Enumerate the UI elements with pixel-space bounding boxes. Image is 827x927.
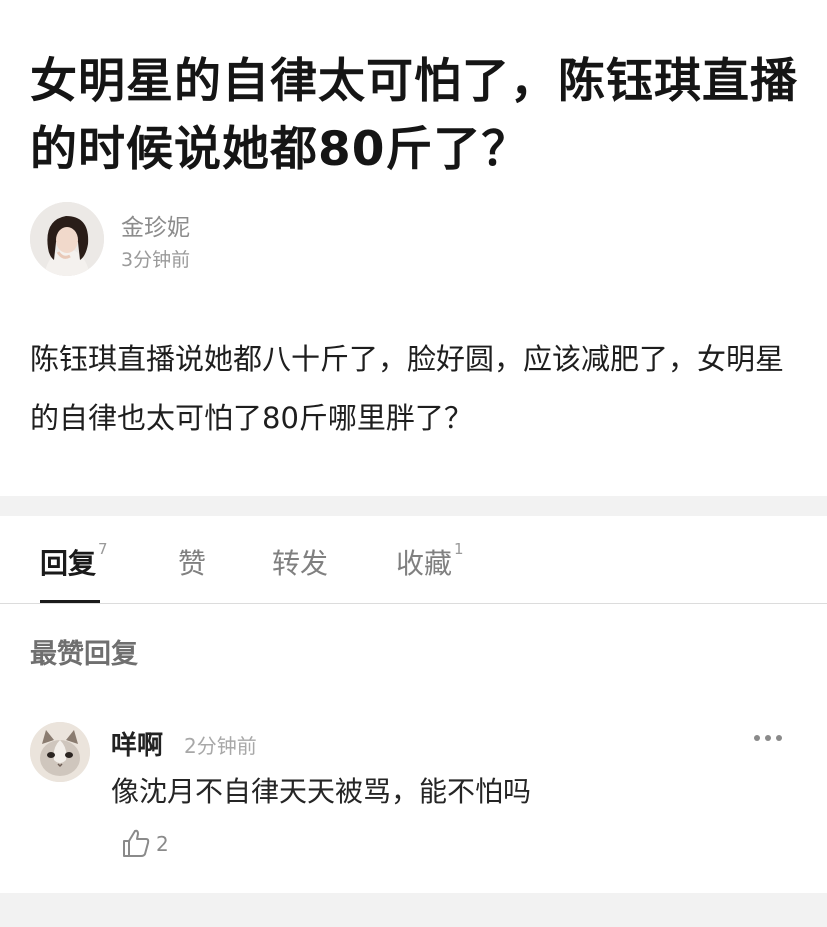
author-avatar-image	[30, 202, 104, 276]
commenter-name[interactable]: 咩啊	[111, 725, 163, 762]
tab-favorites-count: 1	[454, 540, 464, 558]
tab-replies[interactable]: 回复 7	[40, 540, 108, 582]
post-body: 陈钰琪直播说她都八十斤了，脸好圆，应该减肥了，女明星的自律也太可怕了80斤哪里胖…	[30, 342, 785, 435]
comment-timestamp: 2分钟前	[184, 734, 257, 758]
more-dots-icon[interactable]	[750, 728, 786, 748]
thumb-up-icon[interactable]	[120, 827, 152, 859]
tab-favorites-label: 收藏	[396, 547, 453, 580]
like-count: 2	[156, 832, 169, 856]
tab-replies-count: 7	[98, 540, 108, 558]
top-replies-heading: 最赞回复	[30, 639, 138, 670]
commenter-avatar[interactable]	[30, 722, 90, 782]
post-timestamp: 3分钟前	[121, 249, 191, 271]
tab-favorites[interactable]: 收藏 1	[396, 540, 464, 582]
tab-bar: 回复 7 赞 转发 收藏 1	[0, 516, 827, 604]
author-avatar[interactable]	[30, 202, 104, 276]
comment-text: 像沈月不自律天天被骂，能不怕吗	[111, 775, 532, 808]
section-separator	[0, 496, 827, 516]
tabs-divider	[0, 603, 827, 604]
author-name[interactable]: 金珍妮	[121, 208, 190, 242]
bottom-separator	[0, 893, 827, 927]
tab-replies-label: 回复	[40, 547, 97, 580]
commenter-avatar-image	[30, 722, 90, 782]
tab-reposts-label: 转发	[272, 547, 329, 580]
tab-likes-label: 赞	[178, 547, 207, 580]
tab-reposts[interactable]: 转发	[272, 542, 328, 582]
tab-likes[interactable]: 赞	[178, 542, 206, 582]
post-title: 女明星的自律太可怕了，陈钰琪直播的时候说她都80斤了？	[30, 54, 798, 177]
